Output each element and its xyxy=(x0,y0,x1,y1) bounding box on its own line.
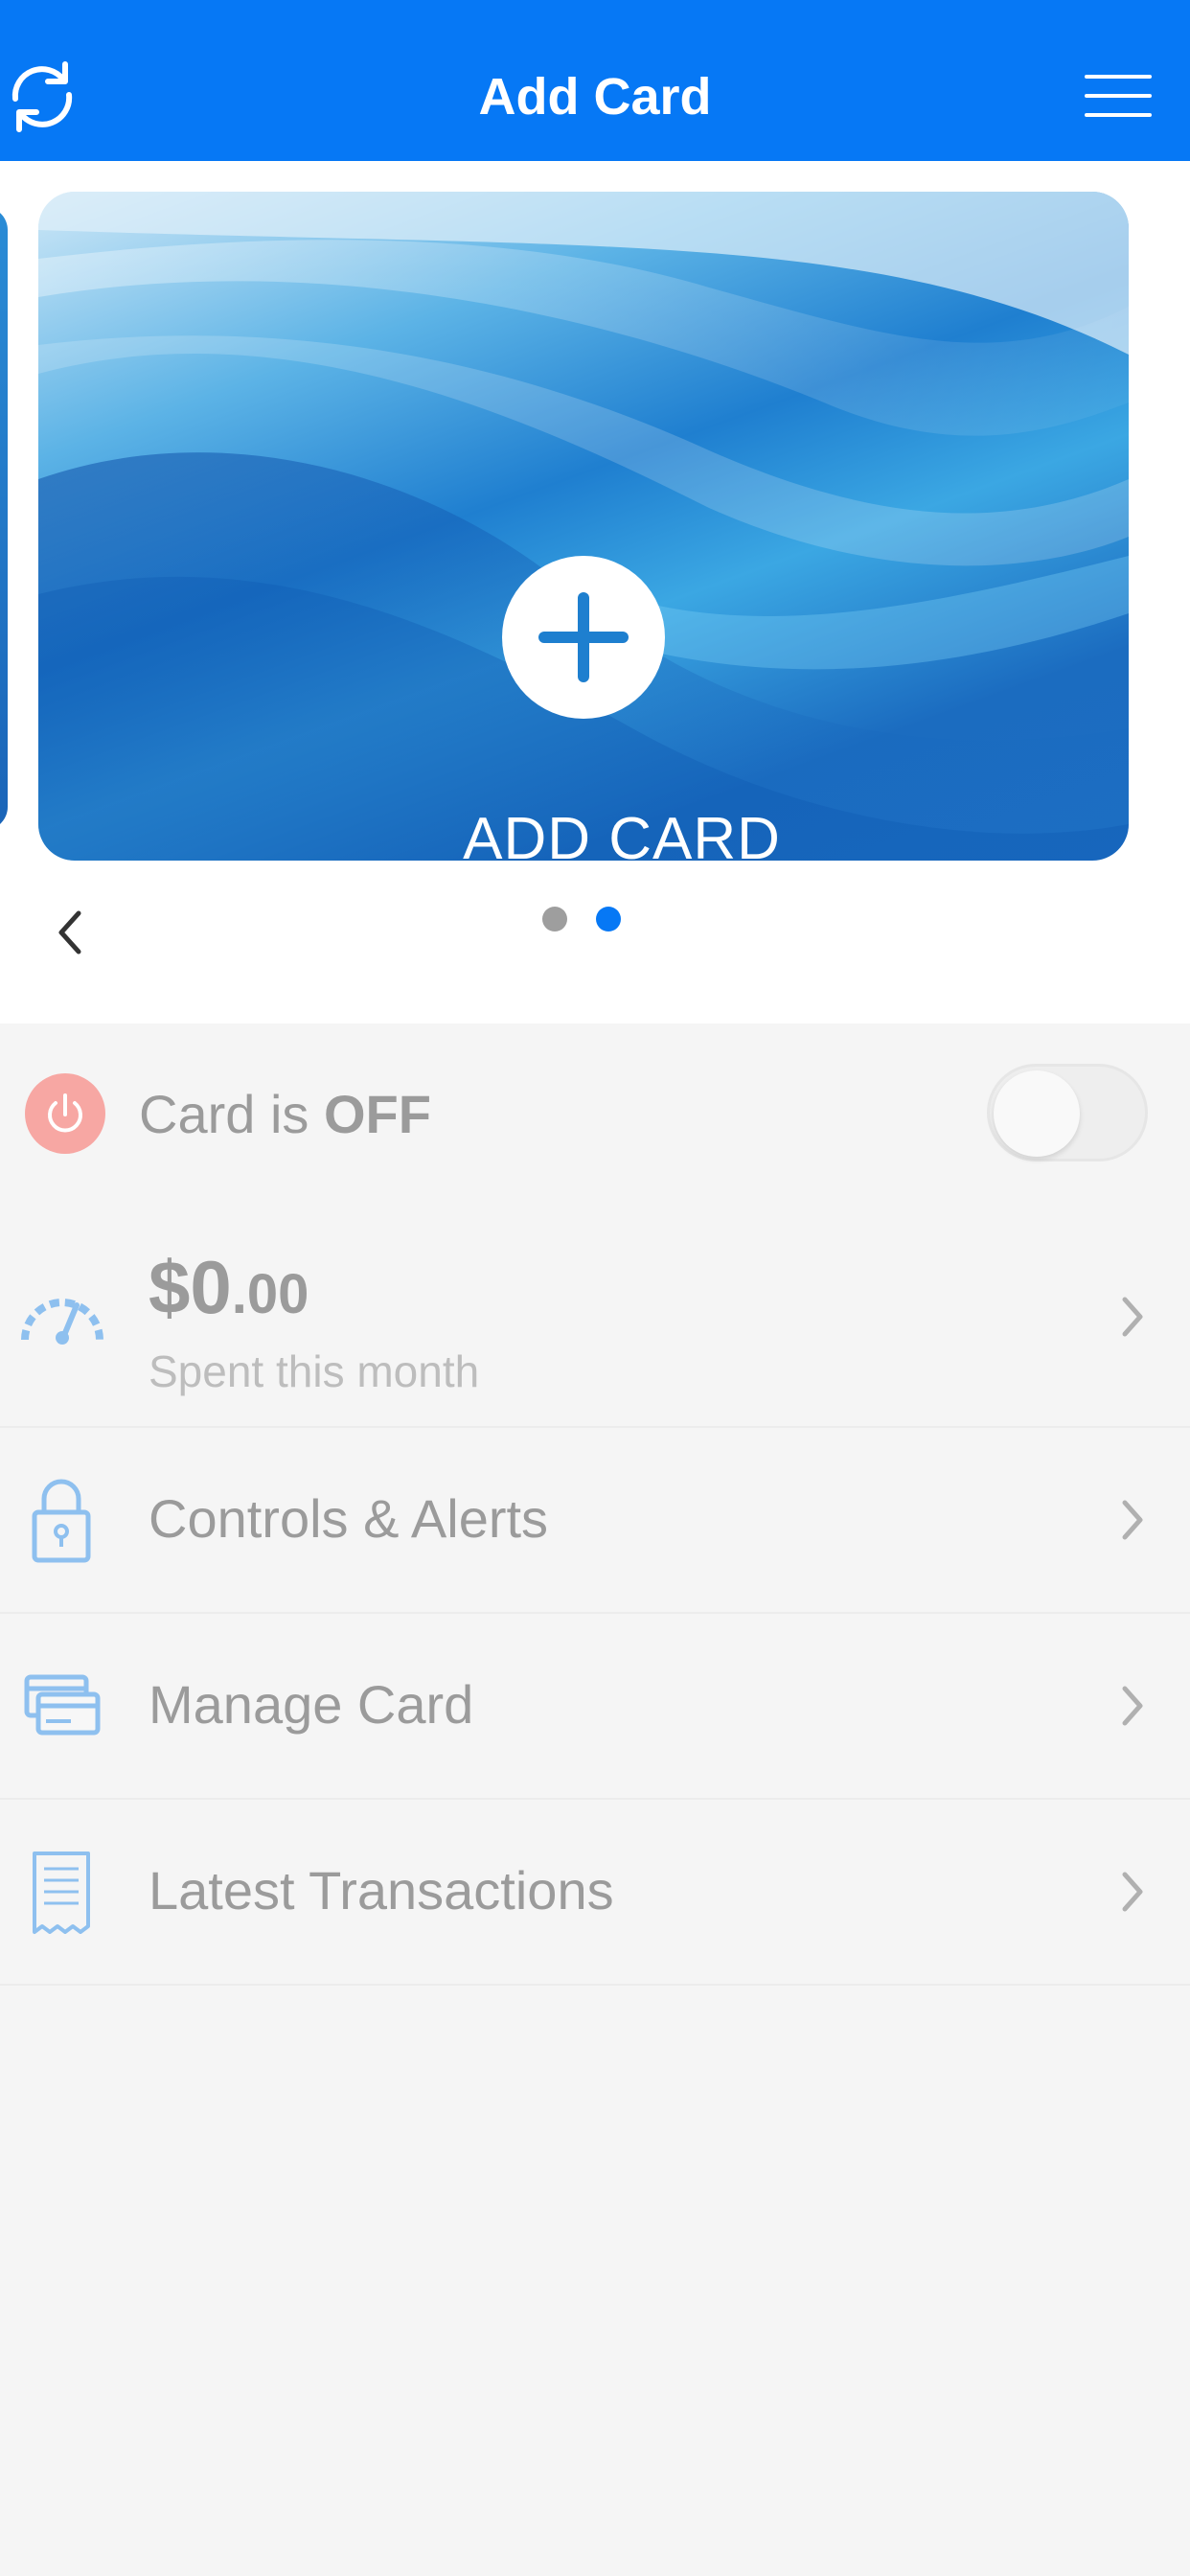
spending-row[interactable]: $0.00 Spent this month xyxy=(0,1206,1190,1428)
card-status-label: Card is OFF xyxy=(139,1084,431,1144)
carousel-previous-button[interactable] xyxy=(46,899,94,966)
toggle-knob xyxy=(994,1070,1080,1157)
chevron-right-icon xyxy=(1113,1491,1152,1549)
card-icon xyxy=(23,1671,102,1743)
manage-card-label: Manage Card xyxy=(149,1674,474,1735)
spent-amount: $0.00 xyxy=(149,1244,309,1331)
previous-card-edge[interactable] xyxy=(0,207,8,830)
spent-label: Spent this month xyxy=(149,1346,480,1396)
manage-card-row[interactable]: Manage Card xyxy=(0,1614,1190,1800)
card-on-off-toggle[interactable] xyxy=(987,1064,1148,1162)
hamburger-menu-icon xyxy=(1085,75,1152,79)
card-status-state: OFF xyxy=(323,1084,431,1144)
chevron-left-icon xyxy=(58,910,81,954)
speedometer-icon xyxy=(19,1288,105,1350)
add-card-button[interactable] xyxy=(502,556,665,719)
latest-transactions-label: Latest Transactions xyxy=(149,1860,614,1920)
power-icon xyxy=(25,1073,105,1154)
chevron-right-icon xyxy=(1113,1288,1152,1346)
page-dot-1[interactable] xyxy=(542,907,567,932)
chevron-right-icon xyxy=(1113,1863,1152,1920)
card-background-waves xyxy=(38,192,1129,861)
page-dot-2-active[interactable] xyxy=(596,907,621,932)
chevron-right-icon xyxy=(1113,1677,1152,1735)
spent-cents: .00 xyxy=(231,1263,309,1325)
page-title: Add Card xyxy=(478,68,712,126)
card-carousel[interactable]: ADD CARD xyxy=(0,161,1190,1024)
latest-transactions-row[interactable]: Latest Transactions xyxy=(0,1800,1190,1986)
controls-alerts-label: Controls & Alerts xyxy=(149,1488,549,1549)
spent-dollars: $0 xyxy=(149,1245,232,1329)
add-card-tile[interactable]: ADD CARD xyxy=(38,192,1129,861)
card-status-row: Card is OFF xyxy=(0,1024,1190,1206)
controls-alerts-row[interactable]: Controls & Alerts xyxy=(0,1428,1190,1614)
add-card-label: ADD CARD xyxy=(463,806,781,861)
hamburger-menu-button[interactable] xyxy=(1079,73,1156,123)
receipt-icon xyxy=(31,1850,92,1941)
top-navigation-bar: Add Card xyxy=(0,0,1190,161)
lock-icon xyxy=(31,1478,92,1569)
